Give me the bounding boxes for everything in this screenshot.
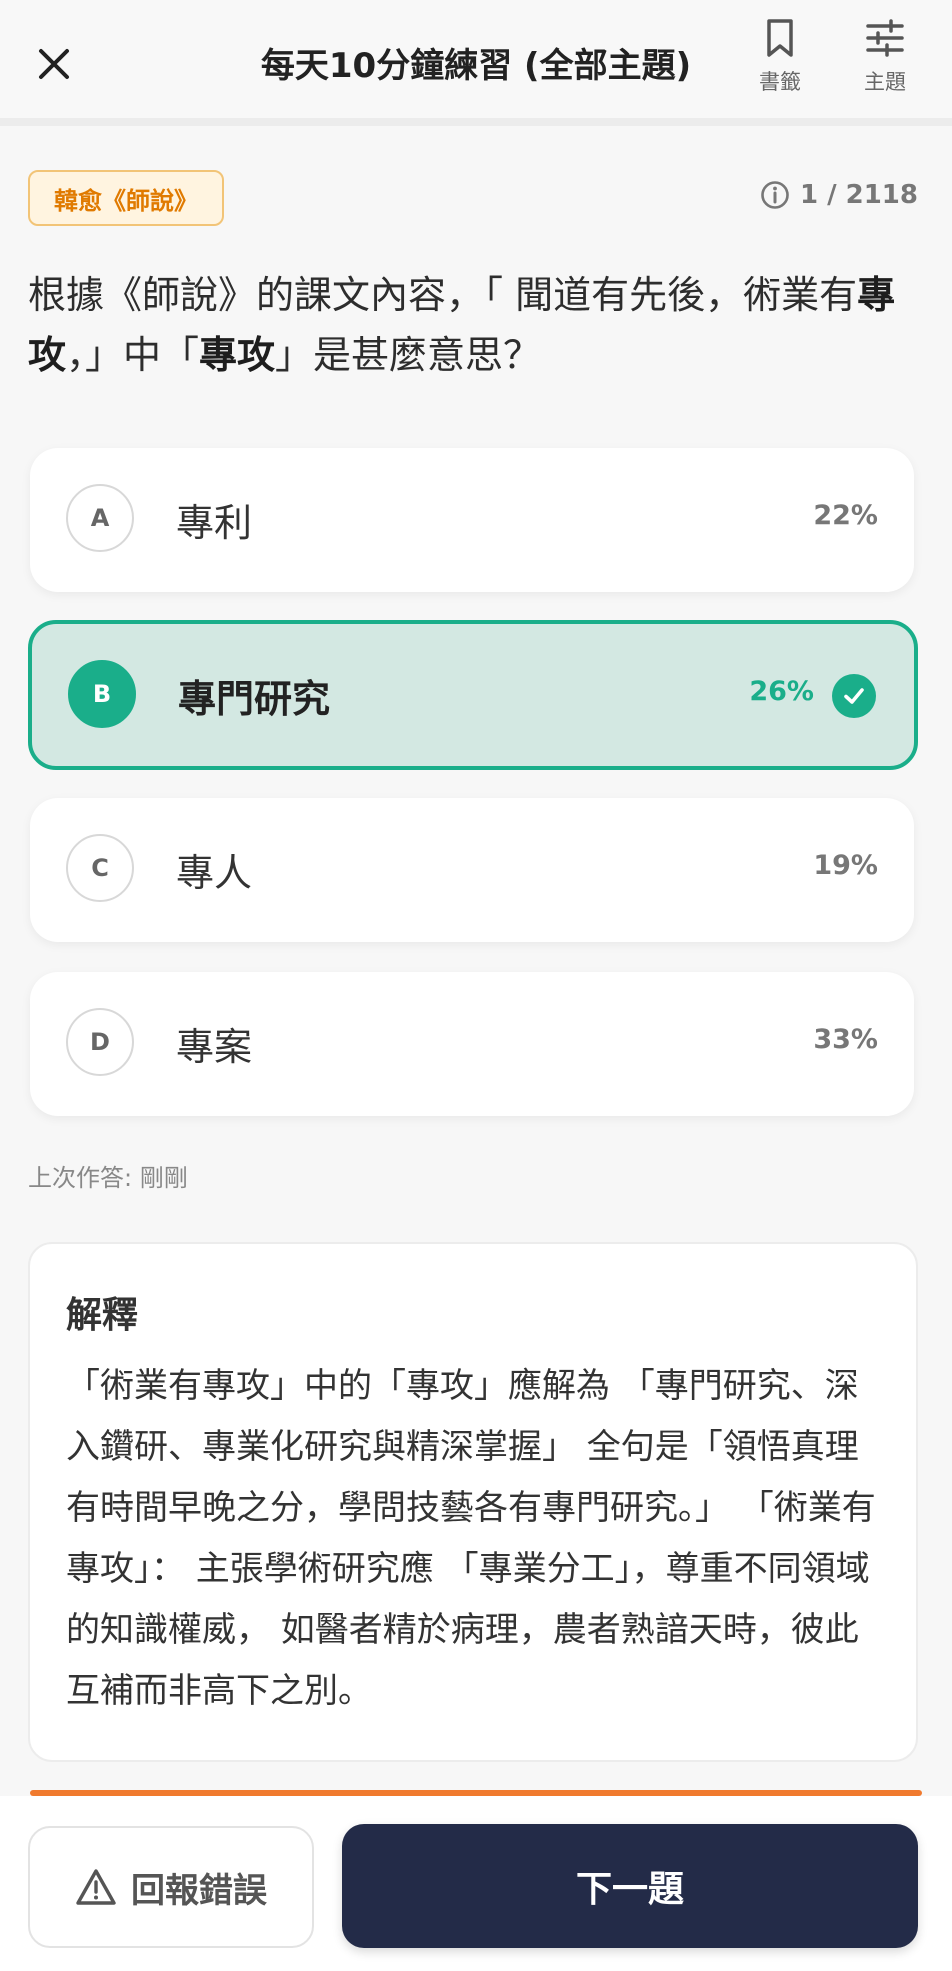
warning-icon bbox=[76, 1869, 116, 1905]
option-text: 專門研究 bbox=[178, 677, 331, 721]
option-percent: 19% bbox=[813, 850, 878, 881]
page-title: 每天10分鐘練習 (全部主題) bbox=[260, 46, 692, 86]
option-letter: C bbox=[66, 834, 134, 902]
option-a[interactable]: A 專利 22% bbox=[30, 448, 914, 592]
report-error-label: 回報錯誤 bbox=[131, 1870, 267, 1911]
last-answer-text: 上次作答: 剛剛 bbox=[28, 1164, 188, 1192]
check-icon bbox=[832, 674, 876, 718]
sliders-icon bbox=[866, 19, 904, 57]
bookmark-icon bbox=[767, 19, 793, 57]
question-keyword-2: 專攻 bbox=[199, 333, 276, 377]
question-counter: 1 / 2118 bbox=[760, 180, 918, 210]
next-question-label: 下一題 bbox=[575, 1869, 684, 1910]
topics-button[interactable]: 主題 bbox=[845, 18, 925, 96]
close-icon bbox=[39, 49, 69, 79]
option-b[interactable]: B 專門研究 26% bbox=[28, 620, 918, 770]
option-letter: B bbox=[68, 660, 136, 728]
explanation-title: 解釋 bbox=[66, 1295, 139, 1336]
question-part-3: 」是甚麼意思？ bbox=[275, 333, 542, 377]
question-part-2: ，」中「 bbox=[66, 333, 200, 377]
info-icon[interactable] bbox=[760, 180, 790, 210]
option-text: 專案 bbox=[176, 1025, 253, 1069]
question-text: 根據《師說》的課文內容，「 聞道有先後，術業有專攻，」中「專攻」是甚麼意思？ bbox=[28, 265, 928, 385]
option-percent: 22% bbox=[813, 500, 878, 531]
topics-label: 主題 bbox=[864, 70, 906, 94]
counter-text: 1 / 2118 bbox=[799, 180, 918, 210]
option-letter: D bbox=[66, 1008, 134, 1076]
option-percent: 33% bbox=[813, 1024, 878, 1055]
next-question-button[interactable]: 下一題 bbox=[342, 1824, 918, 1948]
option-text: 專人 bbox=[176, 851, 253, 895]
close-button[interactable] bbox=[30, 40, 78, 88]
option-letter: A bbox=[66, 484, 134, 552]
explanation-card: 解釋 「術業有專攻」中的「專攻」應解為 「專門研究、深入鑽研、專業化研究與精深掌… bbox=[28, 1242, 918, 1762]
explanation-body: 「術業有專攻」中的「專攻」應解為 「專門研究、深入鑽研、專業化研究與精深掌握」 … bbox=[66, 1366, 876, 1711]
report-error-button[interactable]: 回報錯誤 bbox=[28, 1826, 314, 1948]
bookmark-label: 書籤 bbox=[759, 70, 801, 94]
option-text: 專利 bbox=[176, 501, 253, 545]
bookmark-button[interactable]: 書籤 bbox=[740, 18, 820, 96]
option-c[interactable]: C 專人 19% bbox=[30, 798, 914, 942]
option-percent: 26% bbox=[749, 676, 814, 707]
topic-tag: 韓愈《師說》 bbox=[28, 170, 224, 226]
top-app-bar: 每天10分鐘練習 (全部主題) 書籤 主題 bbox=[0, 0, 952, 126]
question-part-1: 根據《師說》的課文內容，「 聞道有先後，術業有 bbox=[28, 273, 858, 317]
option-d[interactable]: D 專案 33% bbox=[30, 972, 914, 1116]
